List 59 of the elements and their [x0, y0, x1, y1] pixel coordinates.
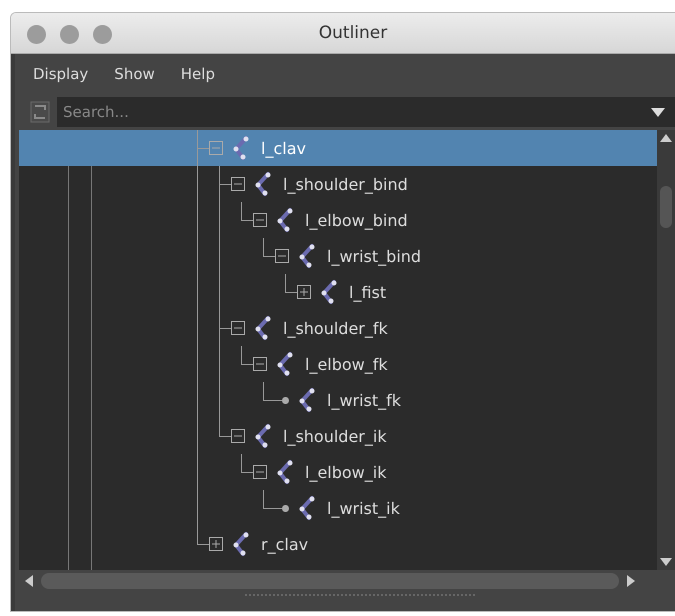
collapse-toggle[interactable] — [253, 213, 267, 227]
collapse-toggle[interactable] — [209, 141, 223, 155]
joint-icon — [275, 351, 295, 377]
node-label: l_wrist_ik — [327, 498, 400, 518]
joint-icon — [253, 315, 273, 341]
node-label: l_elbow_ik — [305, 462, 386, 482]
node-label: l_fist — [349, 282, 386, 302]
menu-item[interactable]: Help — [180, 65, 215, 83]
joint-icon — [297, 387, 317, 413]
scroll-down-icon[interactable] — [660, 558, 672, 566]
node-label: l_elbow_bind — [305, 210, 408, 230]
joint-icon — [231, 531, 251, 557]
menu-item[interactable]: Display — [33, 65, 88, 83]
collapse-toggle[interactable] — [253, 357, 267, 371]
tree-row[interactable]: l_elbow_bind — [19, 202, 657, 238]
tree-row[interactable]: l_wrist_bind — [19, 238, 657, 274]
tree-row[interactable]: l_elbow_ik — [19, 454, 657, 490]
joint-icon — [253, 423, 273, 449]
collapse-toggle[interactable] — [231, 177, 245, 191]
tree-row[interactable]: l_shoulder_fk — [19, 310, 657, 346]
scrollbar-thumb[interactable] — [660, 186, 672, 228]
collapse-toggle[interactable] — [231, 429, 245, 443]
tree-row[interactable]: l_clav — [19, 130, 657, 166]
node-label: l_wrist_fk — [327, 390, 402, 410]
joint-icon — [231, 135, 251, 161]
scroll-right-icon[interactable] — [627, 575, 635, 587]
node-label: l_shoulder_bind — [283, 174, 408, 194]
tree-row[interactable]: l_wrist_fk — [19, 382, 657, 418]
expand-toggle[interactable] — [297, 285, 311, 299]
node-label: l_shoulder_ik — [283, 426, 387, 446]
leaf-dot-icon — [282, 504, 289, 512]
menu-item[interactable]: Show — [114, 65, 155, 83]
tree-row[interactable]: l_fist — [19, 274, 657, 310]
joint-icon — [253, 171, 273, 197]
window-title: Outliner — [318, 23, 388, 43]
joint-icon — [297, 243, 317, 269]
dropdown-arrow-icon[interactable] — [651, 108, 665, 116]
node-label: l_shoulder_fk — [283, 318, 388, 338]
scroll-left-icon[interactable] — [25, 575, 33, 587]
tree-row[interactable]: l_wrist_ik — [19, 490, 657, 526]
joint-icon — [275, 459, 295, 485]
tree-row[interactable]: l_shoulder_ik — [19, 418, 657, 454]
collapse-toggle[interactable] — [275, 249, 289, 263]
vertical-scrollbar[interactable] — [657, 130, 675, 570]
tree-row[interactable]: l_elbow_fk — [19, 346, 657, 382]
tree-row[interactable]: l_shoulder_bind — [19, 166, 657, 202]
node-label: l_wrist_bind — [327, 246, 422, 266]
expand-toggle[interactable] — [209, 537, 223, 551]
joint-icon — [297, 495, 317, 521]
node-label: r_clav — [261, 534, 308, 554]
joint-icon — [319, 279, 339, 305]
collapse-toggle[interactable] — [253, 465, 267, 479]
tree-row[interactable]: r_clav — [19, 526, 657, 562]
joint-icon — [275, 207, 295, 233]
node-label: l_clav — [261, 138, 306, 158]
node-label: l_elbow_fk — [305, 354, 388, 374]
leaf-dot-icon — [282, 396, 289, 404]
scroll-up-icon[interactable] — [660, 134, 672, 142]
collapse-toggle[interactable] — [231, 321, 245, 335]
